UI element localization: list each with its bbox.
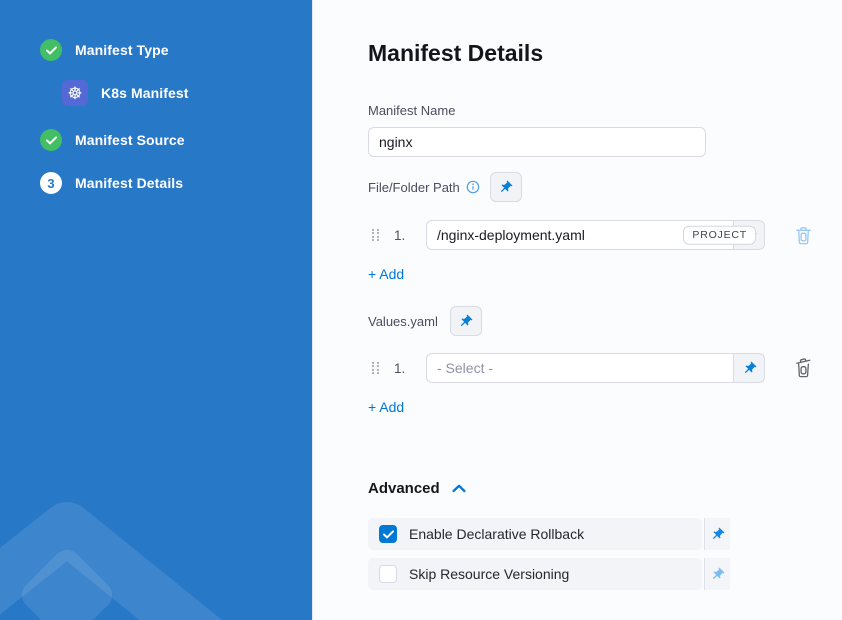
manifest-details-panel: Manifest Details Manifest Name File/Fold… bbox=[312, 0, 842, 620]
scope-badge: PROJECT bbox=[683, 226, 756, 245]
check-icon bbox=[46, 136, 57, 145]
fixed-value-pin-button[interactable] bbox=[704, 558, 730, 590]
fixed-value-pin-button[interactable] bbox=[704, 518, 730, 550]
manifest-name-label: Manifest Name bbox=[368, 103, 842, 118]
pin-icon bbox=[742, 361, 757, 376]
step-k8s-manifest[interactable]: ☸ K8s Manifest bbox=[62, 80, 312, 106]
pin-icon bbox=[710, 567, 725, 582]
step-complete-icon bbox=[40, 39, 62, 61]
checkbox-checked[interactable] bbox=[379, 525, 397, 543]
option-row: Enable Declarative Rollback bbox=[368, 518, 842, 550]
values-select-group bbox=[426, 353, 765, 383]
trash-icon bbox=[794, 225, 813, 246]
checkbox-unchecked[interactable] bbox=[379, 565, 397, 583]
manifest-name-input[interactable] bbox=[368, 127, 706, 157]
row-index: 1. bbox=[394, 361, 410, 376]
wizard-sidebar: Manifest Type ☸ K8s Manifest Manifest So… bbox=[0, 0, 312, 620]
add-file-path-link[interactable]: + Add bbox=[368, 266, 404, 282]
info-icon[interactable] bbox=[466, 180, 480, 194]
file-folder-path-label: File/Folder Path bbox=[368, 180, 460, 195]
check-icon bbox=[383, 530, 394, 539]
brand-watermark bbox=[0, 410, 312, 620]
advanced-section-toggle[interactable]: Advanced bbox=[368, 480, 466, 497]
step-label: Manifest Source bbox=[75, 132, 185, 148]
manifest-wizard: Manifest Type ☸ K8s Manifest Manifest So… bbox=[0, 0, 842, 620]
kubernetes-icon: ☸ bbox=[62, 80, 88, 106]
file-path-row: 1. PROJECT bbox=[368, 220, 842, 250]
skip-resource-versioning-option[interactable]: Skip Resource Versioning bbox=[368, 558, 702, 590]
drag-handle-icon[interactable] bbox=[372, 362, 379, 375]
fixed-value-pin-button[interactable] bbox=[733, 353, 765, 383]
step-label: K8s Manifest bbox=[101, 85, 189, 101]
pin-icon bbox=[498, 180, 513, 195]
file-folder-path-header: File/Folder Path bbox=[368, 172, 842, 202]
wizard-steps: Manifest Type ☸ K8s Manifest Manifest So… bbox=[0, 0, 312, 194]
add-values-yaml-link[interactable]: + Add bbox=[368, 399, 404, 415]
delete-row-button[interactable] bbox=[794, 358, 813, 379]
values-yaml-header: Values.yaml bbox=[368, 306, 842, 336]
drag-handle-icon[interactable] bbox=[372, 229, 379, 242]
values-yaml-label: Values.yaml bbox=[368, 314, 438, 329]
pin-icon bbox=[458, 314, 473, 329]
step-manifest-source[interactable]: Manifest Source bbox=[40, 129, 312, 151]
file-path-input-group: PROJECT bbox=[426, 220, 765, 250]
option-label: Skip Resource Versioning bbox=[409, 566, 569, 582]
trash-icon bbox=[794, 358, 813, 379]
delete-row-button[interactable] bbox=[794, 225, 813, 246]
check-icon bbox=[46, 46, 57, 55]
fixed-value-pin-button[interactable] bbox=[450, 306, 482, 336]
pin-icon bbox=[710, 527, 725, 542]
fixed-value-pin-button[interactable] bbox=[490, 172, 522, 202]
option-row: Skip Resource Versioning bbox=[368, 558, 842, 590]
chevron-up-icon bbox=[452, 484, 466, 493]
values-yaml-row: 1. bbox=[368, 353, 842, 383]
enable-declarative-rollback-option[interactable]: Enable Declarative Rollback bbox=[368, 518, 702, 550]
page-title: Manifest Details bbox=[368, 40, 842, 67]
step-number-badge: 3 bbox=[40, 172, 62, 194]
step-complete-icon bbox=[40, 129, 62, 151]
values-yaml-select[interactable] bbox=[426, 353, 734, 383]
step-manifest-details[interactable]: 3 Manifest Details bbox=[40, 172, 312, 194]
step-label: Manifest Type bbox=[75, 42, 169, 58]
advanced-title: Advanced bbox=[368, 480, 440, 497]
step-manifest-type[interactable]: Manifest Type bbox=[40, 39, 312, 61]
row-index: 1. bbox=[394, 228, 410, 243]
option-label: Enable Declarative Rollback bbox=[409, 526, 584, 542]
step-label: Manifest Details bbox=[75, 175, 183, 191]
